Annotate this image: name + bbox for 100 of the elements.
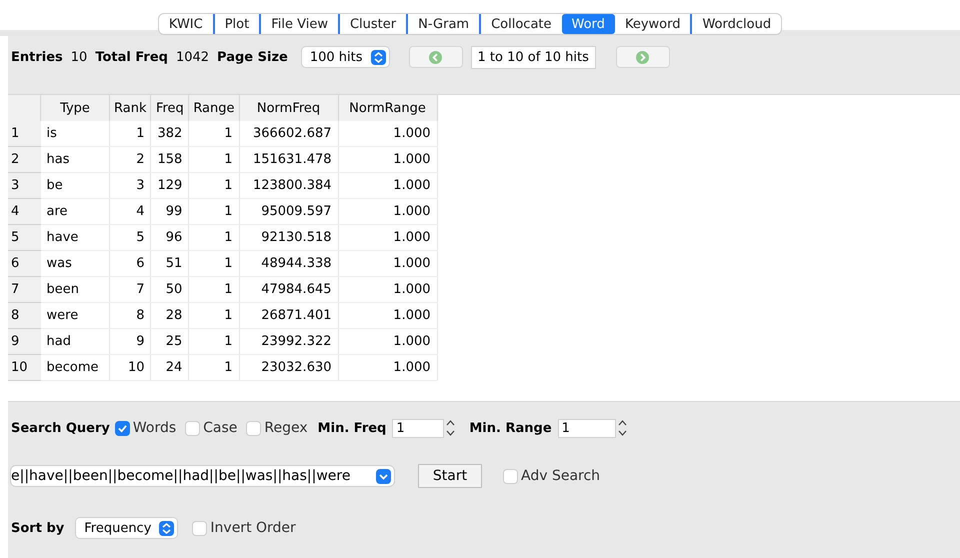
table-cell: become	[40, 354, 110, 380]
table-cell: is	[40, 121, 110, 146]
checkbox[interactable]: Invert Order	[193, 520, 296, 536]
entries-count: 10	[70, 50, 88, 64]
table-cell: had	[40, 328, 110, 354]
column-header[interactable]: Range	[188, 95, 240, 121]
table-cell: 1	[188, 146, 240, 172]
column-header[interactable]: NormRange	[338, 95, 438, 121]
table-cell: 1	[110, 121, 151, 146]
table-cell: 1	[188, 121, 240, 146]
tab[interactable]: N-Gram	[406, 14, 480, 34]
table-cell: 50	[150, 276, 189, 302]
table-cell: 1.000	[338, 172, 438, 198]
table-cell: 129	[150, 172, 189, 198]
column-header[interactable]: NormFreq	[239, 95, 338, 121]
table-cell: 1.000	[338, 250, 438, 276]
search-query-label: Search Query	[11, 420, 110, 436]
table-cell: 23992.322	[239, 328, 338, 354]
table-cell: 1	[188, 224, 240, 250]
row-number: 10	[8, 354, 40, 380]
table-cell: 1	[188, 328, 240, 354]
table-cell: 3	[110, 172, 151, 198]
table-cell: 24	[150, 354, 189, 380]
table-cell: 123800.384	[239, 172, 338, 198]
total-freq-label: Total Freq	[95, 50, 168, 64]
total-freq-value: 1042	[176, 50, 210, 64]
dropdown-caret-icon	[159, 520, 174, 536]
row-number: 9	[8, 328, 40, 354]
table-cell: are	[40, 198, 110, 224]
table-cell: 9	[110, 328, 151, 354]
table-cell: 1.000	[338, 354, 438, 380]
table-cell: has	[40, 146, 110, 172]
table-cell: 95009.597	[239, 198, 338, 224]
table-cell: 51	[150, 250, 189, 276]
dropdown-caret-icon	[370, 50, 386, 64]
checkmark-icon	[118, 424, 127, 432]
start-button[interactable]: Start	[418, 464, 482, 488]
tab[interactable]: KWIC	[158, 14, 213, 34]
table-cell: 158	[150, 146, 189, 172]
table-cell: 1	[188, 354, 240, 380]
table-cell: 92130.518	[239, 224, 338, 250]
table-cell: 1.000	[338, 198, 438, 224]
table-cell: been	[40, 276, 110, 302]
table-cell: 10	[110, 354, 151, 380]
tab[interactable]: Keyword	[614, 14, 690, 34]
table-cell: 7	[110, 276, 151, 302]
checkbox[interactable]: Case	[186, 420, 238, 436]
row-number: 3	[8, 172, 40, 198]
checkbox[interactable]: Adv Search	[504, 468, 600, 484]
table-cell: 1	[188, 198, 240, 224]
tab[interactable]: File View	[259, 14, 338, 34]
column-header[interactable]: Rank	[110, 95, 151, 121]
table-cell: 48944.338	[239, 250, 338, 276]
table-cell: 1	[188, 302, 240, 328]
table-cell: 1	[188, 172, 240, 198]
min-freq-field[interactable]: 1	[392, 418, 444, 438]
sort-dropdown[interactable]: Frequency	[76, 518, 178, 538]
table-cell: 26871.401	[239, 302, 338, 328]
entries-label: Entries	[11, 50, 63, 64]
table-cell: 1.000	[338, 146, 438, 172]
tab[interactable]: Plot	[212, 14, 260, 34]
table-cell: 1	[188, 250, 240, 276]
row-number: 5	[8, 224, 40, 250]
row-number: 8	[8, 302, 40, 328]
row-number: 7	[8, 276, 40, 302]
table-cell: 8	[110, 302, 151, 328]
min-freq-label: Min. Freq	[318, 420, 386, 436]
table-cell: 2	[110, 146, 151, 172]
table-cell: 151631.478	[239, 146, 338, 172]
table-cell: 1.000	[338, 224, 438, 250]
table-cell: were	[40, 302, 110, 328]
query-combobox[interactable]: e||have||been||become||had||be||was||has||were	[11, 466, 394, 486]
table-cell: 25	[150, 328, 189, 354]
stepper-icon[interactable]	[618, 418, 627, 438]
checkbox[interactable]: Regex	[247, 420, 308, 436]
min-range-field[interactable]: 1	[558, 418, 616, 438]
table-cell: 1.000	[338, 302, 438, 328]
min-range-label: Min. Range	[469, 420, 552, 436]
table-cell: 47984.645	[239, 276, 338, 302]
tab[interactable]: Cluster	[338, 14, 406, 34]
page-range-field: 1 to 10 of 10 hits	[470, 46, 596, 68]
dropdown-caret-icon	[376, 468, 391, 484]
row-number: 2	[8, 146, 40, 172]
tab[interactable]: Word	[562, 14, 615, 34]
table-cell: 23032.630	[239, 354, 338, 380]
table-cell: 4	[110, 198, 151, 224]
column-header[interactable]: Type	[40, 95, 110, 121]
checkbox[interactable]: Words	[116, 420, 176, 436]
tab[interactable]: Wordcloud	[690, 14, 782, 34]
table-cell: 28	[150, 302, 189, 328]
table-cell: 5	[110, 224, 151, 250]
column-header[interactable]: Freq	[150, 95, 189, 121]
table-cell: 1	[188, 276, 240, 302]
table-cell: have	[40, 224, 110, 250]
table-cell: 6	[110, 250, 151, 276]
table-cell: 382	[150, 121, 189, 146]
stepper-icon[interactable]	[446, 418, 456, 438]
table-cell: 1.000	[338, 328, 438, 354]
page-size-dropdown[interactable]: 100 hits	[302, 47, 389, 67]
table-cell: 1.000	[338, 276, 438, 302]
